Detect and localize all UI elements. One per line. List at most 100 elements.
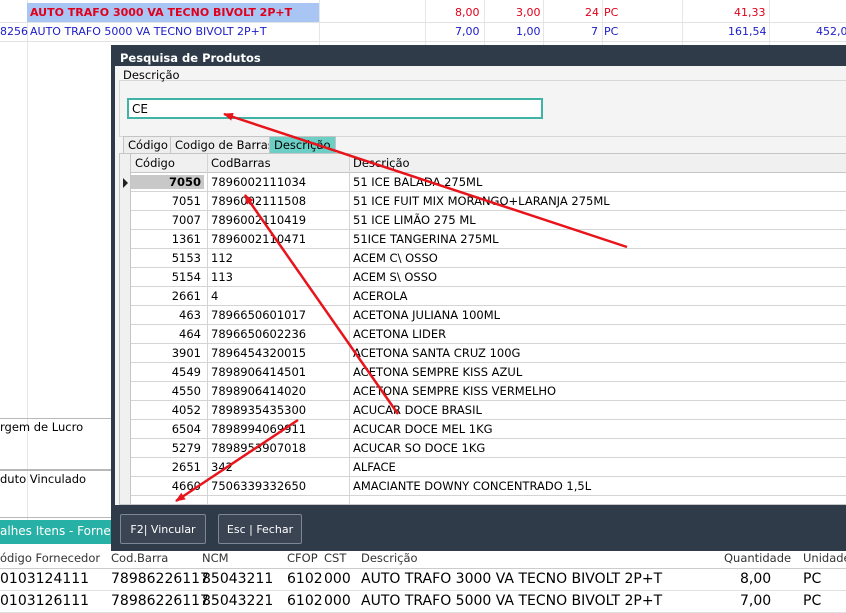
product-row[interactable]: 3901 7896454320015 ACETONA SANTA CRUZ 100G bbox=[131, 344, 846, 363]
cell-descricao: 51 ICE FUIT MIX MORANGO+LARANJA 275ML bbox=[353, 194, 610, 208]
tab-detalhes-itens[interactable]: alhes Itens - Fornece bbox=[0, 520, 125, 544]
product-row[interactable]: 5154 113 ACEM S\ OSSO bbox=[131, 268, 846, 287]
cell-codigo: 3901 bbox=[171, 346, 201, 360]
product-row[interactable]: 6504 7898994069911 ACUCAR DOCE MEL 1KG bbox=[131, 420, 846, 439]
cell-descricao: ACETONA LIDER bbox=[353, 327, 447, 341]
cell-codigo: 4052 bbox=[171, 403, 201, 417]
column-header-descricao[interactable]: Descrição bbox=[353, 156, 410, 170]
row-value: 3,00 bbox=[516, 6, 541, 19]
cell: 6102 bbox=[287, 571, 323, 587]
column-header-codbarras[interactable]: CodBarras bbox=[211, 156, 271, 170]
product-row[interactable]: 4052 7898935435300 ACUCAR DOCE BRASIL bbox=[131, 401, 846, 420]
product-row[interactable]: 463 7896650601017 ACETONA JULIANA 100ML bbox=[131, 306, 846, 325]
row-value: 1,00 bbox=[516, 25, 541, 38]
row-value: 7,00 bbox=[455, 25, 480, 38]
cell-codigo: 5279 bbox=[171, 441, 201, 455]
vincular-button[interactable]: F2| Vincular bbox=[120, 514, 206, 544]
cell: 000 bbox=[324, 571, 351, 587]
product-row[interactable]: 7051 7896002111508 51 ICE FUIT MIX MORANGO… bbox=[131, 192, 846, 211]
cell-codbarras: 7898994069911 bbox=[211, 422, 307, 436]
product-row[interactable]: 2661 4 ACEROLA bbox=[131, 287, 846, 306]
cell-descricao: ACUCAR DOCE MEL 1KG bbox=[353, 422, 493, 436]
table-row[interactable]: 0103126111 78986226117 85043221 6102 000… bbox=[0, 591, 846, 613]
product-row[interactable]: 5279 7898953907018 ACUCAR SO DOCE 1KG bbox=[131, 439, 846, 458]
product-row[interactable]: 7050 7896002111034 51 ICE BALADA 275ML bbox=[131, 173, 846, 192]
cell: 0103124111 bbox=[0, 571, 90, 587]
cell: AUTO TRAFO 5000 VA TECNO BIVOLT 2P+T bbox=[361, 593, 663, 609]
product-row[interactable]: 5153 112 ACEM C\ OSSO bbox=[131, 249, 846, 268]
product-row[interactable]: 2651 342 ALFACE bbox=[131, 458, 846, 477]
row-value: 7 bbox=[591, 25, 598, 38]
cell-descricao: ACETONA SEMPRE KISS AZUL bbox=[353, 365, 523, 379]
cell-codbarras: 7898935435300 bbox=[211, 403, 307, 417]
cell-codigo: 7050 bbox=[131, 175, 204, 189]
cell: 000 bbox=[324, 593, 351, 609]
product-search-dialog: Pesquisa de Produtos Descrição Código Co… bbox=[111, 45, 846, 551]
bottom-table-header: ódigo Fornecedor Cod.Barra NCM CFOP CST … bbox=[0, 549, 846, 569]
cell-codbarras: 4 bbox=[211, 289, 219, 303]
row-indicator-column bbox=[120, 154, 131, 504]
column-header[interactable]: CFOP bbox=[287, 551, 318, 565]
margem-label: rgem de Lucro bbox=[0, 420, 84, 434]
table-row[interactable]: 8256 AUTO TRAFO 5000 VA TECNO BIVOLT 2P+… bbox=[0, 22, 846, 42]
cell-descricao: 51 ICE LIMÃO 275 ML bbox=[353, 213, 476, 227]
cell-codbarras: 7506339332650 bbox=[211, 479, 307, 493]
cell-descricao: 51ICE TANGERINA 275ML bbox=[353, 232, 499, 246]
column-header[interactable]: Quantidade bbox=[724, 551, 791, 565]
cell-codigo: 6504 bbox=[171, 422, 201, 436]
product-row[interactable]: 464 7896650602236 ACETONA LIDER bbox=[131, 325, 846, 344]
row-value: 452,0 bbox=[816, 25, 846, 38]
cell-codbarras: 7896002110419 bbox=[211, 213, 307, 227]
row-unit: PC bbox=[604, 25, 619, 38]
cell: 6102 bbox=[287, 593, 323, 609]
row-code: 8256 bbox=[0, 25, 28, 38]
product-grid[interactable]: Código CodBarras Descrição 7050 789600211… bbox=[119, 153, 846, 505]
column-header[interactable]: CST bbox=[324, 551, 346, 565]
cell: 0103126111 bbox=[0, 593, 90, 609]
cell-codigo: 7007 bbox=[171, 213, 201, 227]
cell-codigo: 5153 bbox=[171, 251, 201, 265]
product-row[interactable]: 1361 7896002110471 51ICE TANGERINA 275ML bbox=[131, 230, 846, 249]
cell: AUTO TRAFO 3000 VA TECNO BIVOLT 2P+T bbox=[361, 571, 663, 587]
table-row[interactable]: AUTO TRAFO 3000 VA TECNO BIVOLT 2P+T 8,0… bbox=[0, 3, 846, 23]
search-input[interactable] bbox=[127, 98, 543, 119]
cell-codigo: 2651 bbox=[171, 460, 201, 474]
tab-descricao[interactable]: Descrição bbox=[269, 136, 336, 154]
product-row[interactable]: 4660 7506339332650 AMACIANTE DOWNY CONCENT… bbox=[131, 477, 846, 496]
column-header[interactable]: Cod.Barra bbox=[111, 551, 168, 565]
cell-codbarras: 7896650602236 bbox=[211, 327, 307, 341]
tab-codigo[interactable]: Código bbox=[123, 136, 173, 154]
cell-descricao: ACEM S\ OSSO bbox=[353, 270, 438, 284]
fechar-button[interactable]: Esc | Fechar bbox=[218, 514, 302, 544]
cell-codigo: 464 bbox=[179, 327, 201, 341]
cell-codbarras: 7898906414501 bbox=[211, 365, 307, 379]
cell-codbarras: 7896002111508 bbox=[211, 194, 307, 208]
cell-codigo: 2661 bbox=[171, 289, 201, 303]
cell-codigo: 4549 bbox=[171, 365, 201, 379]
column-header[interactable]: ódigo Fornecedor bbox=[0, 551, 100, 565]
cell-descricao: ACETONA SANTA CRUZ 100G bbox=[353, 346, 521, 360]
cell: PC bbox=[803, 571, 822, 587]
column-header[interactable]: Unidade bbox=[803, 551, 846, 565]
tab-label: alhes Itens - Fornece bbox=[0, 524, 125, 538]
cell: 7,00 bbox=[740, 593, 772, 609]
product-row[interactable]: 4550 7898906414020 ACETONA SEMPRE KISS VER… bbox=[131, 382, 846, 401]
cell-codbarras: 7896454320015 bbox=[211, 346, 307, 360]
cell-descricao: ACETONA JULIANA 100ML bbox=[353, 308, 501, 322]
row-unit: PC bbox=[604, 6, 619, 19]
cell: 85043211 bbox=[202, 571, 274, 587]
column-header[interactable]: NCM bbox=[202, 551, 229, 565]
table-row[interactable]: 0103124111 78986226117 85043211 6102 000… bbox=[0, 569, 846, 591]
column-header[interactable]: Descrição bbox=[361, 551, 418, 565]
cell-codbarras: 113 bbox=[211, 270, 233, 284]
product-row[interactable]: 4549 7898906414501 ACETONA SEMPRE KISS AZU… bbox=[131, 363, 846, 382]
tab-codigo-de-barras[interactable]: Codigo de Barras bbox=[170, 136, 279, 154]
cell-descricao: 51 ICE BALADA 275ML bbox=[353, 175, 483, 189]
dialog-title: Pesquisa de Produtos bbox=[120, 51, 261, 65]
grid-header: Código CodBarras Descrição bbox=[120, 154, 846, 173]
product-row[interactable]: 7007 7896002110419 51 ICE LIMÃO 275 ML bbox=[131, 211, 846, 230]
cell-descricao: ACEROLA bbox=[353, 289, 408, 303]
column-header-codigo[interactable]: Código bbox=[135, 156, 175, 170]
cell: 85043221 bbox=[202, 593, 274, 609]
cell-codbarras: 7896650601017 bbox=[211, 308, 307, 322]
